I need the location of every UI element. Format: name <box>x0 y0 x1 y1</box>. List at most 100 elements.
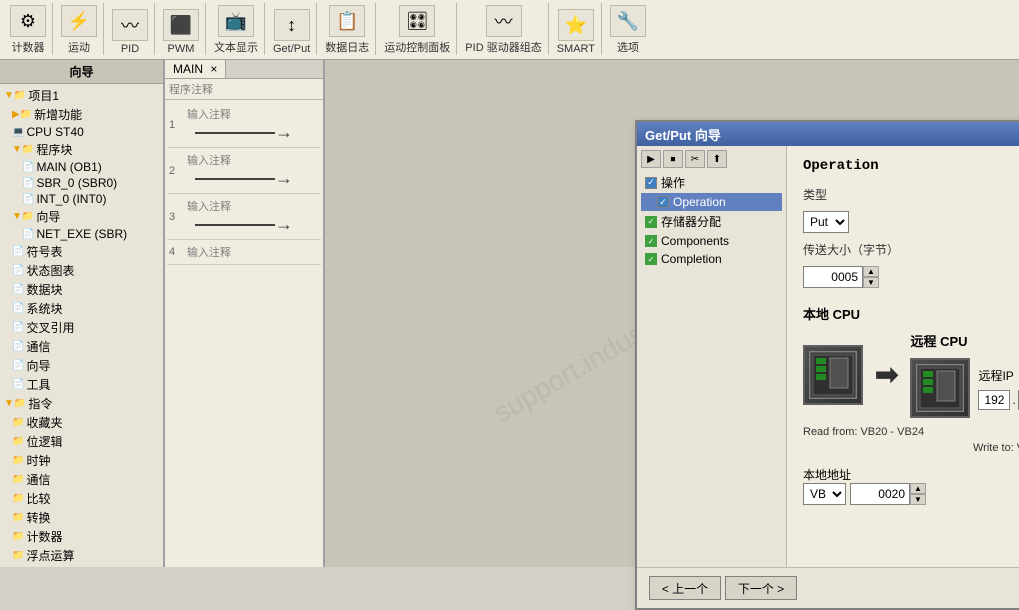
getput-dialog: Get/Put 向导 × ▶ ⏹ ✂ ⬆ 操作 <box>635 120 1019 610</box>
tree-item-float[interactable]: 📁 浮点运算 <box>2 546 161 565</box>
rung-1: → <box>195 122 319 143</box>
tree-item-compare[interactable]: 📁 比较 <box>2 489 161 508</box>
counter-icon[interactable]: ⚙ <box>10 5 46 37</box>
cross-icon: 📄 <box>12 322 24 333</box>
tree-item-bitlogic[interactable]: 📁 位逻辑 <box>2 432 161 451</box>
datalog-icon[interactable]: 📋 <box>329 5 365 37</box>
type-select[interactable]: Put Get <box>803 211 849 233</box>
size-spin-up[interactable]: ▲ <box>863 266 879 277</box>
ip-part-1[interactable] <box>978 390 1010 410</box>
tree-item-sysblock[interactable]: 📄 系统块 <box>2 299 161 318</box>
tree-item-convert[interactable]: 📁 转换 <box>2 508 161 527</box>
size-label-row: 传送大小（字节） <box>803 241 1019 258</box>
pwm-icon[interactable]: ⬛ <box>163 9 199 41</box>
pid-icon[interactable]: 〰 <box>112 9 148 41</box>
local-addr-spin-down[interactable]: ▼ <box>910 494 926 505</box>
tree-item-project[interactable]: ▼📁 项目1 <box>2 86 161 105</box>
nav-up-btn[interactable]: ⬆ <box>707 150 727 168</box>
doc-icon-main: 📄 <box>22 162 34 173</box>
type-label: 类型 <box>803 186 903 203</box>
tree-item-comm2-label: 通信 <box>26 471 50 488</box>
tree-item-comm2[interactable]: 📁 通信 <box>2 470 161 489</box>
getput-icon[interactable]: ↕ <box>274 9 310 41</box>
tab-close-btn[interactable]: × <box>210 62 217 76</box>
next-button[interactable]: 下一个 > <box>725 576 797 600</box>
tab-main[interactable]: MAIN × <box>165 60 226 78</box>
tree-item-netexe[interactable]: 📄 NET_EXE (SBR) <box>2 226 161 242</box>
nav-item-completion[interactable]: Completion <box>641 250 782 268</box>
tree-item-wizard-label: 向导 <box>36 208 60 225</box>
tree-item-cpu[interactable]: 💻 CPU ST40 <box>2 124 161 140</box>
local-addr-input[interactable] <box>850 483 910 505</box>
tree-item-symtable[interactable]: 📄 符号表 <box>2 242 161 261</box>
motion-ctrl-icon[interactable]: 🎛 <box>399 5 435 37</box>
ip-dot-1: . <box>1012 393 1015 407</box>
nav-check-memory <box>645 216 657 228</box>
remote-cpu-block: 远程 CPU <box>910 331 1019 418</box>
text-display-icon[interactable]: 📺 <box>218 5 254 37</box>
options-label: 选项 <box>617 39 639 55</box>
local-addr-spinbtns: ▲ ▼ <box>910 483 926 505</box>
tree-item-counter[interactable]: 📁 计数器 <box>2 527 161 546</box>
pid-drive-label: PID 驱动器组态 <box>465 39 541 55</box>
size-input-row: ▲ ▼ <box>803 266 1019 288</box>
nav-play-btn[interactable]: ▶ <box>641 150 661 168</box>
tree-item-wizard[interactable]: ▼📁 向导 <box>2 207 161 226</box>
tree-item-state[interactable]: 📄 状态图表 <box>2 261 161 280</box>
tree-item-main[interactable]: 📄 MAIN (OB1) <box>2 159 161 175</box>
local-addr-type-select[interactable]: VB <box>803 483 846 505</box>
rung-2: → <box>195 168 319 189</box>
local-cpu-icon <box>803 345 863 405</box>
row-num-3: 3 <box>169 211 183 223</box>
tree-area[interactable]: ▼📁 项目1 ▶📁 新增功能 💻 CPU ST40 ▼📁 程序块 📄 MAIN … <box>0 84 163 567</box>
tree-item-program-block[interactable]: ▼📁 程序块 <box>2 140 161 159</box>
tree-item-crossref[interactable]: 📄 交叉引用 <box>2 318 161 337</box>
tree-item-favorites[interactable]: 📁 收藏夹 <box>2 413 161 432</box>
cpu-icon: 💻 <box>12 127 24 138</box>
tree-item-int[interactable]: 📄 INT_0 (INT0) <box>2 191 161 207</box>
smart-icon[interactable]: ⭐ <box>558 9 594 41</box>
options-icon[interactable]: 🔧 <box>610 5 646 37</box>
tree-item-new-features[interactable]: ▶📁 新增功能 <box>2 105 161 124</box>
nav-item-components[interactable]: Components <box>641 232 782 250</box>
tree-item-sbr[interactable]: 📄 SBR_0 (SBR0) <box>2 175 161 191</box>
size-spin-down[interactable]: ▼ <box>863 277 879 288</box>
remote-cpu-visual: 远程IP . . <box>910 358 1019 418</box>
tree-item-new-label: 新增功能 <box>34 106 82 123</box>
toolbar-group-datalog: 📋 数据日志 <box>319 3 376 55</box>
remote-cpu-header: 远程 CPU <box>910 331 1019 350</box>
nav-item-op-parent-label: 操作 <box>661 174 685 191</box>
tree-item-conv-label: 转换 <box>26 509 50 526</box>
tree-item-tools[interactable]: 📄 工具 <box>2 375 161 394</box>
tree-item-clock[interactable]: 📁 时钟 <box>2 451 161 470</box>
tree-item-comm[interactable]: 📄 通信 <box>2 337 161 356</box>
local-addr-spinfield: ▲ ▼ <box>850 483 926 505</box>
tree-item-instructions[interactable]: ▼📁 指令 <box>2 394 161 413</box>
nav-cut-btn[interactable]: ✂ <box>685 150 705 168</box>
tree-item-datablock[interactable]: 📄 数据块 <box>2 280 161 299</box>
nav-item-operation[interactable]: Operation <box>641 193 782 211</box>
nav-checkbox-op-parent[interactable] <box>645 177 657 189</box>
nav-checkbox-op[interactable] <box>657 196 669 208</box>
tree-item-cmp-label: 比较 <box>26 490 50 507</box>
size-input[interactable] <box>803 266 863 288</box>
tree-item-sbr-label: SBR_0 (SBR0) <box>36 176 117 190</box>
dialog-content: Operation 类型 Put Get 传送大小（字节） <box>787 146 1019 567</box>
motion-icon[interactable]: ⚡ <box>61 5 97 37</box>
nav-item-memory[interactable]: 存储器分配 <box>641 211 782 232</box>
tree-item-cpu-label: CPU ST40 <box>26 125 83 139</box>
toolbar-group-counter: ⚙ 计数器 <box>4 3 53 55</box>
nav-item-operation-parent[interactable]: 操作 <box>641 172 782 193</box>
local-cpu-diagram: ➡ 远程 CPU <box>803 331 1019 418</box>
tree-item-comm-label: 通信 <box>26 338 50 355</box>
tree-item-wizard2[interactable]: 📄 向导 <box>2 356 161 375</box>
nav-stop-btn[interactable]: ⏹ <box>663 150 683 168</box>
local-addr-spin-up[interactable]: ▲ <box>910 483 926 494</box>
prev-button[interactable]: < 上一个 <box>649 576 721 600</box>
middle-tabs: MAIN × <box>165 60 323 79</box>
pid-drive-icon[interactable]: 〰 <box>486 5 522 37</box>
ladder-area[interactable]: 1 输入注释 → 2 输入注释 → <box>165 100 323 567</box>
comm-icon: 📄 <box>12 341 24 352</box>
folder-icon-comm2: 📁 <box>12 474 24 485</box>
doc-icon-int: 📄 <box>22 194 34 205</box>
